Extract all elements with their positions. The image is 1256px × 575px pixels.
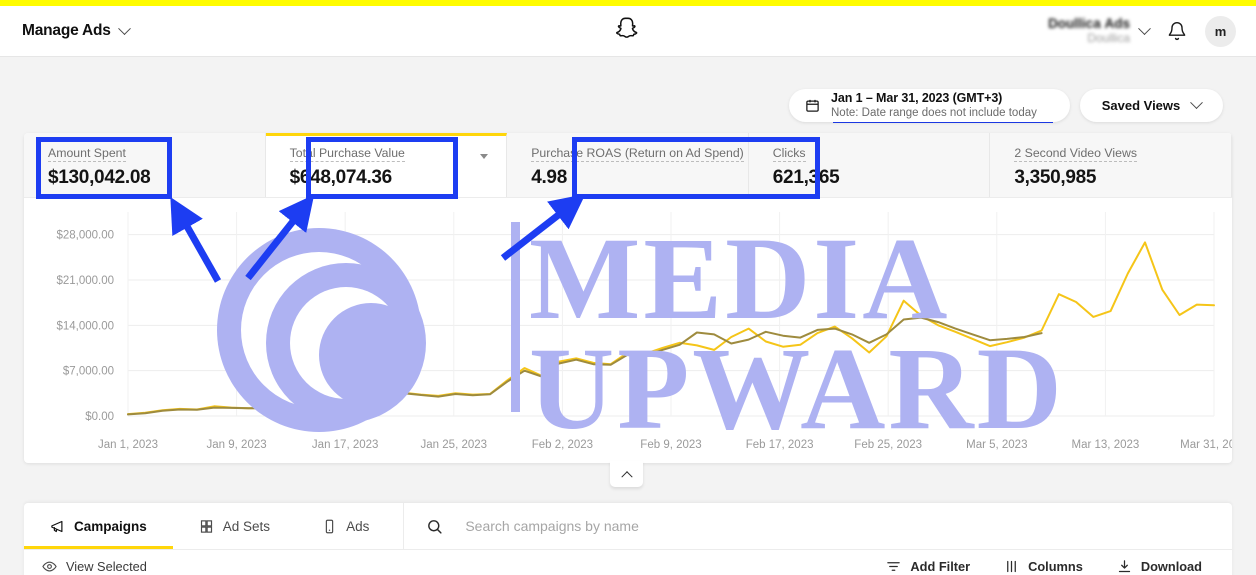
chart-x-tick-label: Feb 25, 2023 xyxy=(854,439,923,451)
performance-panel: Amount Spent $130,042.08 Total Purchase Va… xyxy=(24,133,1232,463)
entity-table-panel: Campaigns Ad Sets Ads Search campaigns b… xyxy=(24,503,1232,575)
table-actions-right: Add Filter Columns Download xyxy=(886,559,1232,574)
chart-x-axis-labels: Jan 1, 2023 Jan 9, 2023 Jan 17, 2023 Jan 25… xyxy=(24,439,1232,455)
tab-campaigns[interactable]: Campaigns xyxy=(24,503,173,549)
chart-y-tick-label: $14,000.00 xyxy=(56,320,114,332)
metric-caret-icon[interactable] xyxy=(480,154,489,159)
snapchat-ghost-icon[interactable] xyxy=(615,16,641,47)
chart-x-tick-label: Mar 13, 2023 xyxy=(1071,439,1140,451)
chevron-down-icon xyxy=(1138,21,1151,35)
avatar[interactable]: m xyxy=(1205,15,1236,47)
chart-x-tick-label: Feb 9, 2023 xyxy=(640,439,702,451)
chart-canvas: $0.00 $7,000.00 $14,000.00 $21,000.00 $28,00… xyxy=(56,212,1215,423)
account-subname: Doulliса xyxy=(1087,30,1130,45)
metric-card-total-purchase-value[interactable]: Total Purchase Value $648,074.36 xyxy=(265,133,508,197)
ads-manager-app: Manage Ads Doulliса Ads Doulliса m Jan 1… xyxy=(0,0,1256,575)
date-range-note: Note: Date range does not include today xyxy=(831,107,1037,120)
chart-y-tick-label: $21,000.00 xyxy=(56,275,114,287)
search-icon[interactable] xyxy=(426,518,443,535)
chart-x-tick-label: Feb 17, 2023 xyxy=(745,439,814,451)
add-filter-label: Add Filter xyxy=(910,559,971,574)
filter-icon xyxy=(886,559,901,574)
metric-label: Purchase ROAS (Return on Ad Spend) xyxy=(531,146,744,162)
adsets-grid-icon xyxy=(199,519,214,534)
chevron-up-icon xyxy=(620,471,633,483)
chart-x-tick-label: Jan 17, 2023 xyxy=(311,439,379,451)
collapse-panel-button[interactable] xyxy=(610,461,643,487)
metric-value: $130,042.08 xyxy=(48,167,151,188)
megaphone-icon xyxy=(50,519,65,534)
chart-y-tick-label: $7,000.00 xyxy=(63,366,114,378)
chart-x-tick-label: Feb 2, 2023 xyxy=(531,439,594,451)
metric-cards-row: Amount Spent $130,042.08 Total Purchase Va… xyxy=(24,133,1232,198)
tab-adsets-label: Ad Sets xyxy=(222,518,271,534)
mobile-icon xyxy=(322,519,337,534)
bell-icon[interactable] xyxy=(1167,21,1187,41)
download-button[interactable]: Download xyxy=(1117,559,1202,574)
columns-label: Columns xyxy=(1028,559,1083,574)
chevron-down-icon xyxy=(117,21,131,35)
tab-ads[interactable]: Ads xyxy=(296,503,395,549)
account-name: Doulliса Ads xyxy=(1048,16,1130,32)
metric-value: 4.98 xyxy=(531,167,567,188)
performance-chart: $0.00 $7,000.00 $14,000.00 $21,000.00 $28,00… xyxy=(24,198,1232,463)
saved-views-label: Saved Views xyxy=(1101,98,1181,113)
view-selected-button[interactable]: View Selected xyxy=(42,559,147,574)
metric-card-clicks[interactable]: Clicks 621,365 xyxy=(748,133,991,197)
page-title: Manage Ads xyxy=(22,22,111,39)
chart-x-tick-label: Mar 31, 2023 xyxy=(1180,439,1232,451)
chart-series-line-1 xyxy=(127,316,1043,416)
date-range-value: Jan 1 – Mar 31, 2023 (GMT+3) xyxy=(831,90,1003,105)
metric-value: 621,365 xyxy=(772,167,840,188)
account-text: Doulliса Ads Doulliса xyxy=(1048,16,1130,45)
view-selected-label: View Selected xyxy=(66,559,147,574)
chart-x-tick-label: Jan 1, 2023 xyxy=(97,439,159,451)
saved-views-button[interactable]: Saved Views xyxy=(1080,89,1223,122)
table-actions-row: View Selected Add Filter Columns Downloa… xyxy=(24,550,1232,575)
account-switcher[interactable]: Doulliса Ads Doulliса xyxy=(1048,16,1151,45)
entity-tabs: Campaigns Ad Sets Ads xyxy=(24,503,1232,550)
manage-ads-menu[interactable]: Manage Ads xyxy=(0,21,131,40)
chart-x-tick-label: Mar 5, 2023 xyxy=(966,439,1028,451)
download-icon xyxy=(1117,559,1132,574)
columns-button[interactable]: Columns xyxy=(1004,559,1083,574)
metric-card-amount-spent[interactable]: Amount Spent $130,042.08 xyxy=(24,133,266,197)
chevron-down-icon xyxy=(1190,96,1204,110)
search-input[interactable] xyxy=(465,518,1232,534)
metric-label: Clicks xyxy=(772,146,806,162)
metric-label: 2 Second Video Views xyxy=(1014,146,1137,162)
columns-icon xyxy=(1004,559,1019,574)
metric-card-purchase-roas-return-on-ad-spend[interactable]: Purchase ROAS (Return on Ad Spend) 4.98 xyxy=(507,133,749,197)
header-right-group: Doulliса Ads Doulliса m xyxy=(1048,15,1256,47)
calendar-icon xyxy=(805,98,820,113)
metric-value: $648,074.36 xyxy=(289,167,393,188)
metric-label: Total Purchase Value xyxy=(289,146,405,162)
chart-y-tick-label: $28,000.00 xyxy=(56,230,114,242)
date-range-text: Jan 1 – Mar 31, 2023 (GMT+3) Note: Date … xyxy=(831,91,1037,121)
download-label: Download xyxy=(1140,559,1202,574)
tab-campaigns-label: Campaigns xyxy=(74,518,147,534)
date-range-picker[interactable]: Jan 1 – Mar 31, 2023 (GMT+3) Note: Date … xyxy=(789,89,1070,122)
tab-adsets[interactable]: Ad Sets xyxy=(173,503,296,549)
app-header: Manage Ads Doulliса Ads Doulliса m xyxy=(0,6,1256,57)
chart-x-tick-label: Jan 9, 2023 xyxy=(206,439,267,451)
tab-ads-label: Ads xyxy=(346,518,370,534)
chart-y-tick-label: $0.00 xyxy=(85,411,114,423)
eye-icon xyxy=(42,559,57,574)
metric-value: 3,350,985 xyxy=(1014,167,1097,188)
search-area xyxy=(403,503,1232,549)
add-filter-button[interactable]: Add Filter xyxy=(886,559,970,574)
metric-label: Amount Spent xyxy=(48,146,126,162)
chart-x-tick-label: Jan 25, 2023 xyxy=(420,439,488,451)
metric-card-2-second-video-views[interactable]: 2 Second Video Views 3,350,985 xyxy=(990,133,1232,197)
